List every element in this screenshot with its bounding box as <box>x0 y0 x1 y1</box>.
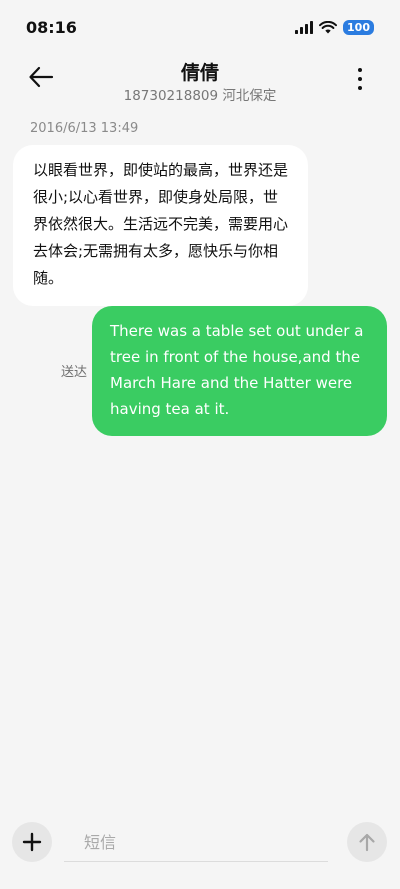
signal-icon <box>295 21 314 34</box>
battery-icon: 100 <box>343 20 374 35</box>
incoming-message-bubble[interactable]: 以眼看世界，即使站的最高，世界还是很小;以心看世界，即使身处局限，世界依然很大。… <box>13 145 308 306</box>
compose-bar <box>0 812 400 872</box>
more-vertical-icon[interactable] <box>350 66 370 92</box>
plus-icon <box>22 832 42 852</box>
add-attachment-button[interactable] <box>12 822 52 862</box>
status-icons: 100 <box>295 20 374 35</box>
contact-name: 倩倩 <box>180 62 219 84</box>
messaging-screen: 08:16 100 倩倩 18730218809 河北保定 2016/6/13 … <box>0 0 400 889</box>
status-time: 08:16 <box>26 18 77 37</box>
outgoing-message-bubble[interactable]: There was a table set out under a tree i… <box>92 306 387 436</box>
conversation-header: 倩倩 18730218809 河北保定 <box>0 54 400 104</box>
contact-number-location: 18730218809 河北保定 <box>123 88 277 104</box>
message-timestamp: 2016/6/13 13:49 <box>30 121 139 136</box>
message-input[interactable] <box>64 824 328 862</box>
wifi-icon <box>319 21 338 34</box>
delivery-status: 送达 <box>61 365 88 380</box>
status-bar: 08:16 100 <box>0 0 400 56</box>
send-button[interactable] <box>347 822 387 862</box>
arrow-up-icon <box>359 833 375 852</box>
